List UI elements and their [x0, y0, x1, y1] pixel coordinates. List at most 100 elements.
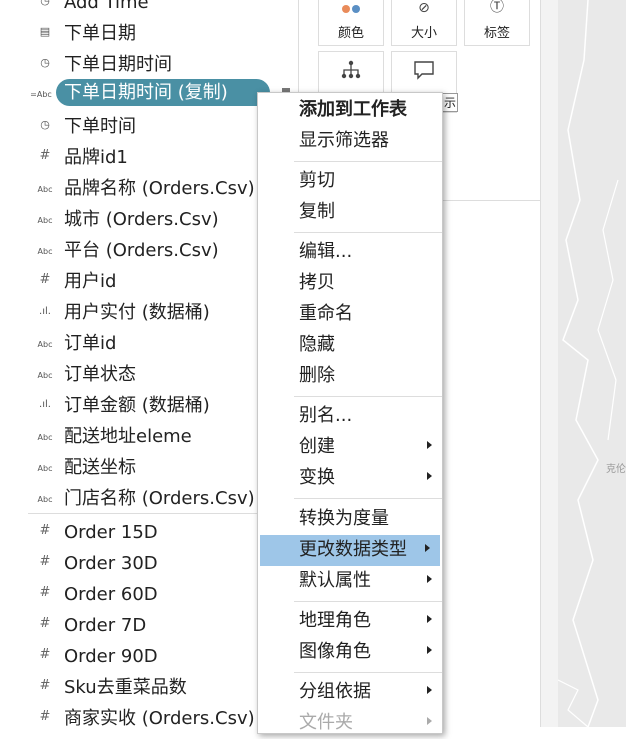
datetime-icon: ◷ [40, 0, 50, 7]
menu-cut[interactable]: 剪切 [258, 166, 442, 197]
menu-hide[interactable]: 隐藏 [258, 330, 442, 361]
color-dots-icon [319, 2, 383, 20]
number-icon: # [39, 272, 51, 287]
field-label: 订单金额 (数据桶) [64, 395, 210, 416]
field-brand-id[interactable]: # 品牌id1 [0, 143, 282, 174]
menu-geographic-role[interactable]: 地理角色 [258, 606, 442, 637]
menu-rename[interactable]: 重命名 [258, 299, 442, 330]
field-label: 平台 (Orders.Csv) [64, 240, 219, 261]
map-view[interactable]: 克伦 [558, 0, 626, 727]
bin-icon: .ıl. [39, 399, 51, 410]
field-order-id[interactable]: Abc 订单id [0, 329, 282, 360]
menu-separator [294, 601, 442, 602]
menu-copy[interactable]: 复制 [258, 197, 442, 228]
datetime-icon: ◷ [40, 118, 50, 131]
field-order-date[interactable]: ▤ 下单日期 [0, 19, 282, 50]
pane-divider [540, 0, 559, 727]
calculated-string-icon: =Abc [30, 90, 52, 99]
text-label-icon: Ⓣ [490, 0, 504, 15]
string-icon: Abc [37, 371, 53, 380]
menu-group-by[interactable]: 分组依据 [258, 677, 442, 708]
menu-image-role[interactable]: 图像角色 [258, 637, 442, 668]
menu-convert-to-measure[interactable]: 转换为度量 [258, 504, 442, 535]
menu-item-label: 创建 [299, 436, 335, 457]
string-icon: Abc [37, 247, 53, 256]
calendar-icon: ▤ [39, 25, 51, 38]
field-label: Order 7D [64, 615, 147, 636]
field-store-name[interactable]: Abc 门店名称 (Orders.Csv) [0, 484, 282, 515]
field-order-30d[interactable]: # Order 30D [0, 549, 282, 580]
menu-add-to-sheet[interactable]: 添加到工作表 [258, 95, 442, 126]
menu-delete[interactable]: 删除 [258, 361, 442, 392]
field-user-id[interactable]: # 用户id [0, 267, 282, 298]
submenu-arrow-icon [427, 472, 432, 480]
submenu-arrow-icon [427, 646, 432, 654]
size-icon: ⊘ [418, 0, 430, 16]
dimension-measure-divider [28, 513, 282, 514]
menu-item-label: 图像角色 [299, 641, 371, 662]
field-label: 配送地址eleme [64, 426, 192, 447]
menu-separator [294, 498, 442, 499]
field-order-15d[interactable]: # Order 15D [0, 518, 282, 549]
field-user-paid-bin[interactable]: .ıl. 用户实付 (数据桶) [0, 298, 282, 329]
data-pane-field-list: ◷ Add Time ▤ 下单日期 ◷ 下单日期时间 =Abc 下单日期时间 (… [0, 0, 282, 729]
menu-transform[interactable]: 变换 [258, 463, 442, 494]
field-order-60d[interactable]: # Order 60D [0, 580, 282, 611]
field-label: 下单时间 [64, 116, 136, 137]
field-city[interactable]: Abc 城市 (Orders.Csv) [0, 205, 282, 236]
size-mark-button[interactable]: ⊘ 大小 [391, 0, 457, 46]
string-icon: Abc [37, 340, 53, 349]
field-label: Sku去重菜品数 [64, 677, 187, 698]
submenu-arrow-icon [425, 544, 430, 552]
number-icon: # [39, 148, 51, 163]
menu-create[interactable]: 创建 [258, 432, 442, 463]
menu-item-label: 删除 [299, 365, 335, 386]
field-label: 订单id [64, 333, 117, 354]
menu-change-data-type[interactable]: 更改数据类型 [260, 535, 440, 566]
menu-item-label: 显示筛选器 [299, 130, 389, 151]
menu-item-label: 剪切 [299, 170, 335, 191]
field-label: 用户实付 (数据桶) [64, 302, 210, 323]
field-order-status[interactable]: Abc 订单状态 [0, 360, 282, 391]
number-icon: # [39, 554, 51, 569]
tooltip-label: 示 [441, 93, 458, 112]
field-order-datetime-copy[interactable]: =Abc 下单日期时间 (复制) [0, 79, 282, 110]
menu-item-label: 编辑... [299, 241, 353, 262]
field-merchant-income[interactable]: # 商家实收 (Orders.Csv) [0, 704, 282, 735]
menu-separator [294, 232, 442, 233]
field-label: 下单日期时间 (复制) [64, 82, 228, 103]
menu-item-label: 添加到工作表 [299, 99, 407, 120]
field-label: 用户id [64, 271, 117, 292]
menu-default-properties[interactable]: 默认属性 [258, 566, 442, 597]
menu-item-label: 重命名 [299, 303, 353, 324]
datetime-icon: ◷ [40, 56, 50, 69]
field-delivery-address[interactable]: Abc 配送地址eleme [0, 422, 282, 453]
field-platform[interactable]: Abc 平台 (Orders.Csv) [0, 236, 282, 267]
menu-edit[interactable]: 编辑... [258, 237, 442, 268]
field-label: 订单状态 [64, 364, 136, 385]
field-delivery-coords[interactable]: Abc 配送坐标 [0, 453, 282, 484]
field-add-time[interactable]: ◷ Add Time [0, 0, 282, 19]
field-label: Order 30D [64, 553, 158, 574]
number-icon: # [39, 585, 51, 600]
field-brand-name[interactable]: Abc 品牌名称 (Orders.Csv) [0, 174, 282, 205]
field-order-7d[interactable]: # Order 7D [0, 611, 282, 642]
color-mark-button[interactable]: 颜色 [318, 0, 384, 46]
menu-item-label: 别名... [299, 405, 353, 426]
label-mark-button[interactable]: Ⓣ 标签 [464, 0, 530, 46]
submenu-arrow-icon [427, 717, 432, 725]
map-place-label: 克伦 [606, 464, 626, 475]
field-label: 下单日期 [64, 23, 136, 44]
menu-duplicate[interactable]: 拷贝 [258, 268, 442, 299]
number-icon: # [39, 616, 51, 631]
menu-item-label: 拷贝 [299, 272, 335, 293]
field-order-90d[interactable]: # Order 90D [0, 642, 282, 673]
field-order-amount-bin[interactable]: .ıl. 订单金额 (数据桶) [0, 391, 282, 422]
field-sku-distinct[interactable]: # Sku去重菜品数 [0, 673, 282, 704]
number-icon: # [39, 709, 51, 724]
menu-aliases[interactable]: 别名... [258, 401, 442, 432]
field-order-datetime[interactable]: ◷ 下单日期时间 [0, 50, 282, 81]
menu-show-filter[interactable]: 显示筛选器 [258, 126, 442, 157]
field-order-time[interactable]: ◷ 下单时间 [0, 112, 282, 143]
menu-item-label: 变换 [299, 467, 335, 488]
